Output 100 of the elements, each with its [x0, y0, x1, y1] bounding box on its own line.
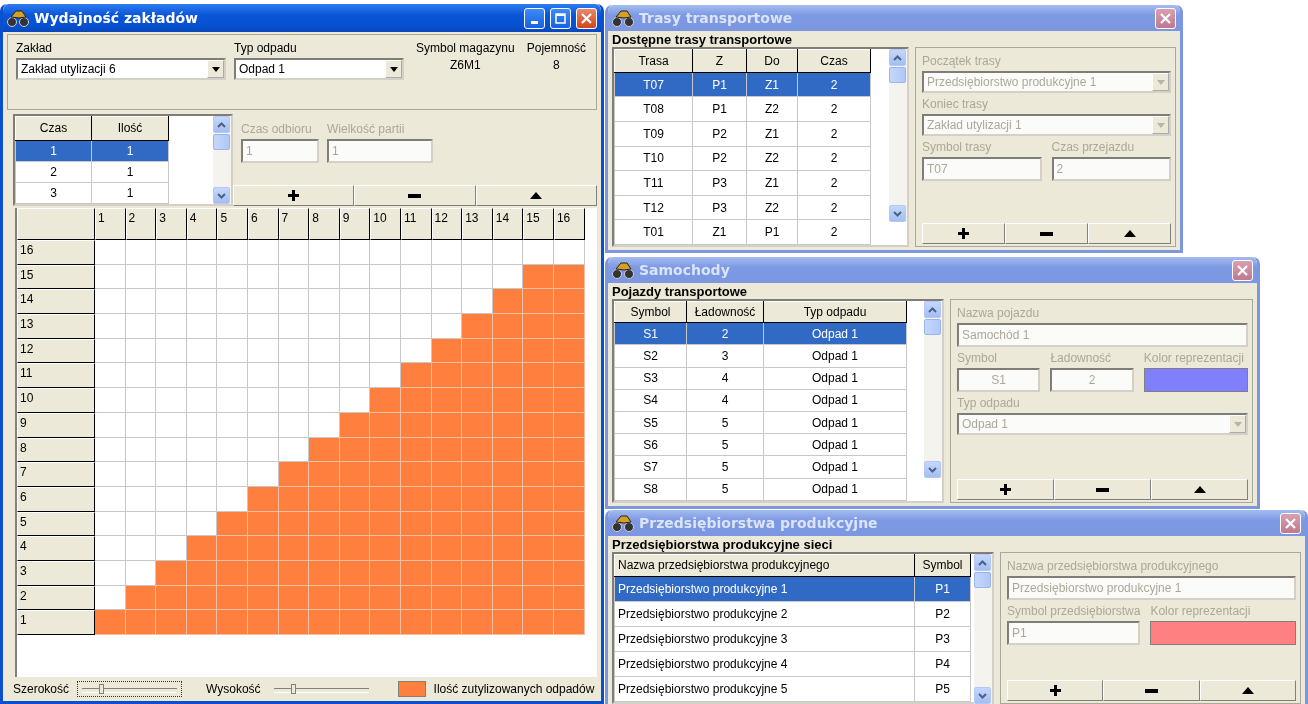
field-label: Kolor reprezentacji [1150, 604, 1252, 618]
row-header: 4 [17, 536, 95, 561]
column-header[interactable]: Nazwa przedsiębiorstwa produkcyjnego [614, 554, 915, 577]
scroll-up-button[interactable] [213, 116, 230, 133]
scroll-up-button[interactable] [974, 554, 991, 571]
column-header[interactable]: Czas [797, 49, 871, 73]
minimize-button[interactable] [524, 7, 545, 29]
table-cell[interactable]: T08 [614, 96, 693, 122]
field-label: Koniec trasy [922, 97, 990, 111]
slider[interactable] [77, 681, 183, 697]
plant-dropdown[interactable]: Zakład utylizacji 6 [16, 58, 226, 80]
table-cell[interactable]: S7 [614, 455, 687, 479]
column-header: 8 [309, 208, 340, 240]
maximize-button[interactable] [550, 7, 571, 29]
row-header: 5 [17, 511, 95, 537]
row-header: 13 [17, 314, 95, 339]
close-button[interactable] [576, 7, 597, 29]
scrollbar[interactable] [213, 116, 231, 204]
table-cell[interactable]: T01 [614, 219, 693, 245]
dropdown-button[interactable] [207, 60, 224, 78]
table-cell[interactable]: 3 [15, 182, 92, 204]
column-header[interactable]: Trasa [614, 49, 693, 73]
table-cell[interactable]: S2 [614, 344, 687, 368]
table-cell[interactable]: Odpad 1 [763, 389, 907, 412]
column-header[interactable]: Ładowność [686, 301, 764, 323]
column-header[interactable]: Typ odpadu [763, 301, 907, 323]
triangle-up-icon [1123, 230, 1136, 237]
table-cell[interactable]: S6 [614, 433, 687, 456]
column-header: 16 [553, 208, 585, 240]
table-cell[interactable]: Odpad 1 [763, 344, 907, 368]
field-label: Typ odpadu [234, 41, 298, 55]
slider-thumb[interactable] [290, 684, 296, 694]
table-cell[interactable]: Odpad 1 [763, 478, 907, 501]
scroll-thumb[interactable] [974, 572, 991, 588]
table-cell[interactable]: T12 [614, 195, 693, 220]
plus-icon [1000, 484, 1011, 495]
window-title: Przedsiębiorstwa produkcyjne [639, 515, 879, 531]
table-cell[interactable]: Odpad 1 [763, 455, 907, 479]
legend-label: Ilość zutylizowanych odpadów [433, 682, 595, 696]
slider-thumb[interactable] [99, 684, 105, 694]
dropdown-button[interactable] [385, 60, 402, 78]
scroll-down-button[interactable] [213, 187, 230, 204]
table-cell[interactable]: Odpad 1 [763, 433, 907, 456]
column-header[interactable]: Symbol [614, 301, 687, 323]
column-header[interactable]: Z [692, 49, 747, 73]
minus-icon [408, 193, 422, 198]
table-cell[interactable]: Odpad 1 [763, 322, 907, 345]
column-header[interactable]: Czas [15, 116, 92, 140]
scroll-thumb[interactable] [889, 67, 906, 83]
chevron-up-icon [217, 121, 226, 128]
table-cell[interactable]: S4 [614, 389, 687, 412]
column-header[interactable]: Symbol [914, 554, 971, 577]
window-title: Samochody [639, 262, 731, 278]
field-label: Pojemność [526, 41, 587, 55]
table-cell[interactable]: 1 [15, 140, 92, 162]
table-cell[interactable]: T09 [614, 121, 693, 147]
field-label: Symbol [957, 351, 998, 365]
section-title: Pojazdy transportowe [611, 283, 749, 299]
chevron-down-icon [978, 692, 987, 699]
table-cell[interactable]: T11 [614, 170, 693, 196]
plus-icon [1049, 685, 1061, 696]
table-cell[interactable]: Przedsiębiorstwo produkcyjne 4 [614, 651, 915, 677]
scroll-up-button[interactable] [889, 49, 906, 66]
table-cell[interactable]: Przedsiębiorstwo produkcyjne 5 [614, 676, 915, 702]
table-cell[interactable]: T10 [614, 146, 693, 171]
minus-icon [1145, 688, 1158, 693]
table-cell[interactable]: Przedsiębiorstwo produkcyjne 3 [614, 626, 915, 652]
scroll-thumb[interactable] [924, 319, 941, 335]
table-cell[interactable]: S1 [614, 322, 687, 345]
waste-type-dropdown[interactable]: Odpad 1 [234, 58, 404, 80]
scroll-down-button[interactable] [889, 205, 906, 222]
row-header: 2 [17, 585, 95, 611]
row-header: 15 [17, 264, 95, 290]
row-header: 3 [17, 560, 95, 586]
column-header: 5 [217, 208, 248, 240]
table-cell[interactable]: Przedsiębiorstwo produkcyjne 2 [614, 601, 915, 627]
column-header[interactable]: Do [746, 49, 798, 73]
table-cell[interactable]: T07 [614, 72, 693, 97]
scroll-down-button[interactable] [924, 461, 941, 478]
scroll-thumb[interactable] [213, 134, 230, 150]
table-cell[interactable]: Odpad 1 [763, 367, 907, 390]
table-cell[interactable]: Odpad 1 [763, 411, 907, 434]
field-label: Symbol magazynu [416, 41, 515, 55]
minus-icon [1040, 231, 1053, 236]
table-cell[interactable]: S3 [614, 367, 687, 390]
field-label: Ładowność [1050, 351, 1113, 365]
row-header: 10 [17, 388, 95, 413]
table-cell[interactable]: S5 [614, 411, 687, 434]
caret-icon [389, 66, 398, 72]
row-header: 6 [17, 486, 95, 512]
scroll-down-button[interactable] [974, 687, 991, 704]
scroll-up-button[interactable] [924, 301, 941, 318]
table-cell[interactable]: 2 [15, 161, 92, 183]
section-title: Przedsiębiorstwa produkcyjne sieci [611, 536, 834, 552]
table-cell[interactable]: S8 [614, 478, 687, 501]
row-header: 16 [17, 240, 95, 265]
column-header: 14 [492, 208, 524, 240]
column-header[interactable]: Ilość [91, 116, 169, 140]
table-cell[interactable]: Przedsiębiorstwo produkcyjne 1 [614, 576, 915, 602]
close-icon [1285, 517, 1296, 529]
